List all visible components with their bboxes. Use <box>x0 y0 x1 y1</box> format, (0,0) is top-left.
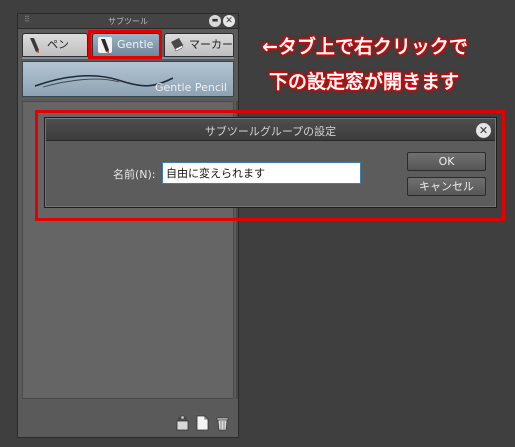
ok-button[interactable]: OK <box>407 152 486 171</box>
panel-minimize-button[interactable]: ▬ <box>209 15 221 27</box>
tab-pen[interactable]: ペン <box>22 33 88 57</box>
dialog-close-button[interactable]: ✕ <box>476 123 491 138</box>
panel-close-button[interactable]: ✕ <box>223 15 235 27</box>
name-input[interactable] <box>162 162 361 184</box>
gentle-pen-icon <box>98 37 112 53</box>
brush-preview[interactable]: Gentle Pencil <box>22 61 234 97</box>
sub-tool-settings-icon[interactable] <box>175 415 190 431</box>
sub-tool-panel: ⠿ サブツール ▬ ✕ ペン Gentle マーカー Gentle Pencil <box>17 13 239 438</box>
sub-tool-tabs: ペン Gentle マーカー <box>22 33 234 57</box>
trash-icon[interactable] <box>215 415 230 431</box>
new-sub-tool-icon[interactable] <box>195 415 210 431</box>
annotation-line-2: 下の設定窓が開きます <box>269 71 460 93</box>
brush-name: Gentle Pencil <box>154 81 227 94</box>
panel-title: サブツール <box>108 17 148 26</box>
dialog-title: サブツールグループの設定 <box>204 125 337 138</box>
cancel-button[interactable]: キャンセル <box>407 177 486 196</box>
tab-marker[interactable]: マーカー <box>164 33 234 57</box>
tab-marker-label: マーカー <box>189 38 233 51</box>
tab-pen-label: ペン <box>47 38 69 51</box>
marker-icon <box>171 38 184 52</box>
tab-underline <box>22 57 234 59</box>
tab-gentle[interactable]: Gentle <box>92 33 160 57</box>
dialog-titlebar[interactable]: サブツールグループの設定 ✕ <box>46 119 495 141</box>
panel-bottom-toolbar <box>175 415 230 431</box>
tab-gentle-label: Gentle <box>117 38 154 51</box>
sub-tool-group-settings-dialog: サブツールグループの設定 ✕ 名前(N): OK キャンセル <box>44 117 497 208</box>
pen-icon <box>30 38 39 53</box>
panel-titlebar[interactable]: ⠿ サブツール ▬ ✕ <box>18 14 238 29</box>
annotation-line-1: ←タブ上で右クリックで <box>262 36 468 58</box>
name-label: 名前(N): <box>113 168 156 181</box>
